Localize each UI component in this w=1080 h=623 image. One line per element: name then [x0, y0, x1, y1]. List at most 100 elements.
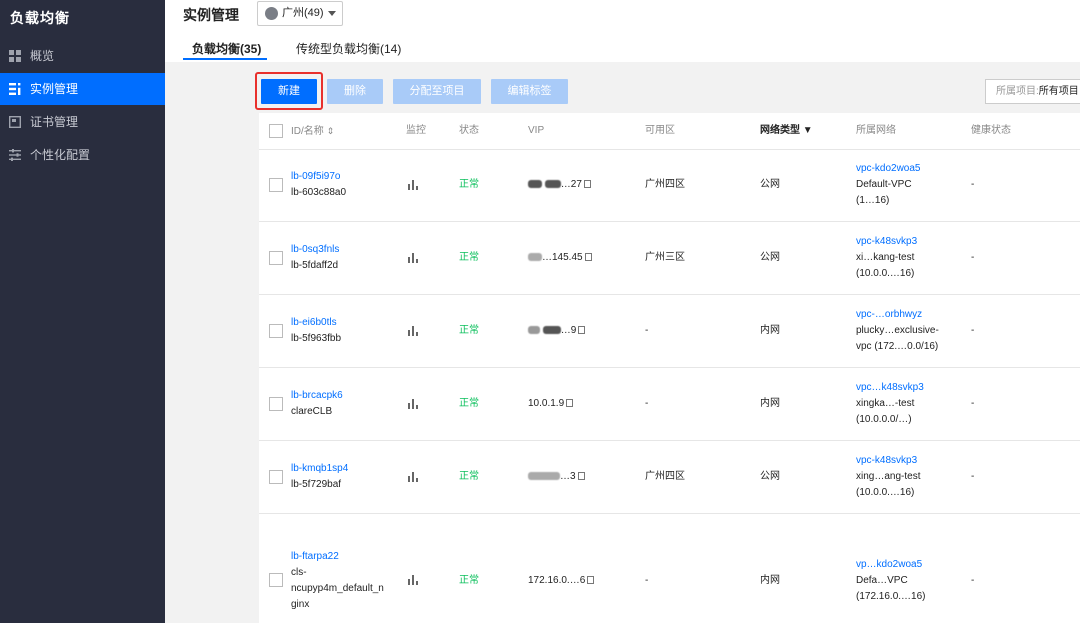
monitor-icon[interactable]: [408, 326, 420, 336]
copy-icon[interactable]: [587, 576, 595, 584]
vpc-name: xingka…-test: [856, 398, 915, 409]
instance-name: cls-: [291, 567, 307, 578]
zone-cell: 广州三区: [645, 252, 685, 263]
row-checkbox[interactable]: [269, 573, 283, 587]
vip-cell: 172.16.0.…6: [528, 573, 595, 589]
row-checkbox[interactable]: [269, 251, 283, 265]
row-checkbox[interactable]: [269, 397, 283, 411]
vip-value: …3: [560, 471, 576, 482]
vpc-id-link[interactable]: vp…kdo2woa5: [856, 557, 926, 573]
vpc-cidr: (10.0.0.…16): [856, 268, 915, 279]
region-label: 广州(49): [282, 7, 324, 19]
copy-icon[interactable]: [566, 399, 574, 407]
copy-icon[interactable]: [583, 180, 591, 188]
vpc-cell: vpc-kdo2woa5 Default-VPC (1…16): [856, 161, 920, 209]
column-header-health: 健康状态: [971, 125, 1011, 136]
vpc-name: Defa…VPC: [856, 575, 908, 586]
table-row-id-name: lb-brcacpk6 clareCLB: [291, 388, 343, 420]
instance-id-link[interactable]: lb-kmqb1sp4: [291, 461, 348, 477]
vpc-id-link[interactable]: vpc-…orbhwyz: [856, 307, 939, 323]
column-header-id[interactable]: ID/名称 ⇕: [291, 113, 334, 149]
table-row-id-name: lb-kmqb1sp4 lb-5f729baf: [291, 461, 348, 493]
list-icon: [9, 83, 21, 95]
copy-icon[interactable]: [577, 472, 585, 480]
delete-button[interactable]: 删除: [327, 79, 383, 104]
instance-name: lb-5f729baf: [291, 479, 342, 490]
sidebar-title: 负载均衡: [10, 10, 70, 26]
zone-cell: -: [645, 325, 649, 336]
instance-id-link[interactable]: lb-09f5i97o: [291, 169, 346, 185]
vpc-name: xing…ang-test: [856, 471, 921, 482]
sidebar-item-custom-config[interactable]: 个性化配置: [0, 139, 165, 171]
vpc-id-link[interactable]: vpc-k48svkp3: [856, 453, 920, 469]
vpc-id-link[interactable]: vpc…k48svkp3: [856, 380, 924, 396]
health-cell: -: [971, 471, 975, 482]
sort-icon[interactable]: ⇕: [327, 126, 335, 136]
vip-cell: …3: [528, 469, 585, 485]
network-type-cell: 内网: [760, 398, 780, 409]
edit-tags-button[interactable]: 编辑标签: [491, 79, 568, 104]
vpc-cidr: (10.0.0.0/…): [856, 414, 912, 425]
vpc-id-link[interactable]: vpc-k48svkp3: [856, 234, 917, 250]
sidebar: 负载均衡 概览 实例管理 证书管理 个性化配置: [0, 0, 165, 623]
status-text: 正常: [459, 398, 479, 409]
sidebar-item-overview[interactable]: 概览: [0, 40, 165, 72]
instance-id-link[interactable]: lb-brcacpk6: [291, 388, 343, 404]
active-tab-indicator: [183, 58, 267, 60]
column-header-status: 状态: [459, 125, 479, 136]
region-select[interactable]: 广州(49): [257, 1, 343, 26]
monitor-icon[interactable]: [408, 399, 420, 409]
sidebar-item-label: 概览: [30, 49, 55, 63]
instance-id-link[interactable]: lb-ftarpa22: [291, 549, 384, 565]
vpc-id-link[interactable]: vpc-kdo2woa5: [856, 161, 920, 177]
sidebar-item-certificates[interactable]: 证书管理: [0, 106, 165, 138]
vpc-cidr: (172.16.0.…16): [856, 591, 926, 602]
health-cell: -: [971, 575, 975, 586]
highlight-box: [255, 72, 323, 110]
instances-table: ID/名称 ⇕ 监控 状态 VIP 可用区 网络类型 ▼ 所属网络 健康状态 l…: [259, 113, 1080, 623]
vpc-cell: vpc-k48svkp3 xing…ang-test (10.0.0.…16): [856, 453, 920, 501]
grid-icon: [9, 50, 21, 62]
instance-id-link[interactable]: lb-0sq3fnls: [291, 242, 339, 258]
column-header-vpc: 所属网络: [856, 125, 896, 136]
monitor-icon[interactable]: [408, 472, 420, 482]
row-checkbox[interactable]: [269, 324, 283, 338]
status-text: 正常: [459, 325, 479, 336]
instance-name: lb-603c88a0: [291, 187, 347, 198]
table-row-id-name: lb-09f5i97o lb-603c88a0: [291, 169, 346, 201]
vpc-name: xi…kang-test: [856, 252, 915, 263]
vpc-cell: vpc-…orbhwyz plucky…exclusive- vpc (172.…: [856, 307, 939, 355]
instance-name-line2: ncupyp4m_default_n: [291, 583, 384, 594]
tab-load-balancer[interactable]: 负载均衡(35): [192, 40, 261, 57]
monitor-icon[interactable]: [408, 575, 420, 585]
monitor-icon[interactable]: [408, 180, 420, 190]
instance-id-link[interactable]: lb-ei6b0tls: [291, 315, 341, 331]
vpc-cidr: (10.0.0.…16): [856, 487, 915, 498]
select-all-checkbox[interactable]: [269, 124, 283, 138]
instance-name: lb-5f963fbb: [291, 333, 342, 344]
project-filter[interactable]: 所属项目:所有项目: [985, 79, 1080, 104]
sidebar-item-instances[interactable]: 实例管理: [0, 73, 165, 105]
copy-icon[interactable]: [584, 253, 592, 261]
sidebar-item-label: 个性化配置: [30, 148, 91, 162]
instance-name: lb-5fdaff2d: [291, 260, 339, 271]
monitor-icon[interactable]: [408, 253, 420, 263]
health-cell: -: [971, 252, 975, 263]
tab-classic-load-balancer[interactable]: 传统型负载均衡(14): [296, 40, 401, 57]
row-checkbox[interactable]: [269, 178, 283, 192]
vip-cell: 10.0.1.9: [528, 396, 574, 412]
header-divider: [259, 149, 1080, 150]
column-header-network-type[interactable]: 网络类型 ▼: [760, 113, 813, 149]
row-divider: [259, 294, 1080, 295]
assign-project-button[interactable]: 分配至项目: [393, 79, 481, 104]
instance-name: clareCLB: [291, 406, 333, 417]
table-row-id-name: lb-ei6b0tls lb-5f963fbb: [291, 315, 341, 347]
row-checkbox[interactable]: [269, 470, 283, 484]
row-divider: [259, 513, 1080, 514]
health-cell: -: [971, 179, 975, 190]
filter-icon[interactable]: ▼: [803, 125, 813, 136]
zone-cell: -: [645, 398, 649, 409]
health-cell: -: [971, 325, 975, 336]
copy-icon[interactable]: [578, 326, 586, 334]
chevron-down-icon: [328, 11, 336, 16]
